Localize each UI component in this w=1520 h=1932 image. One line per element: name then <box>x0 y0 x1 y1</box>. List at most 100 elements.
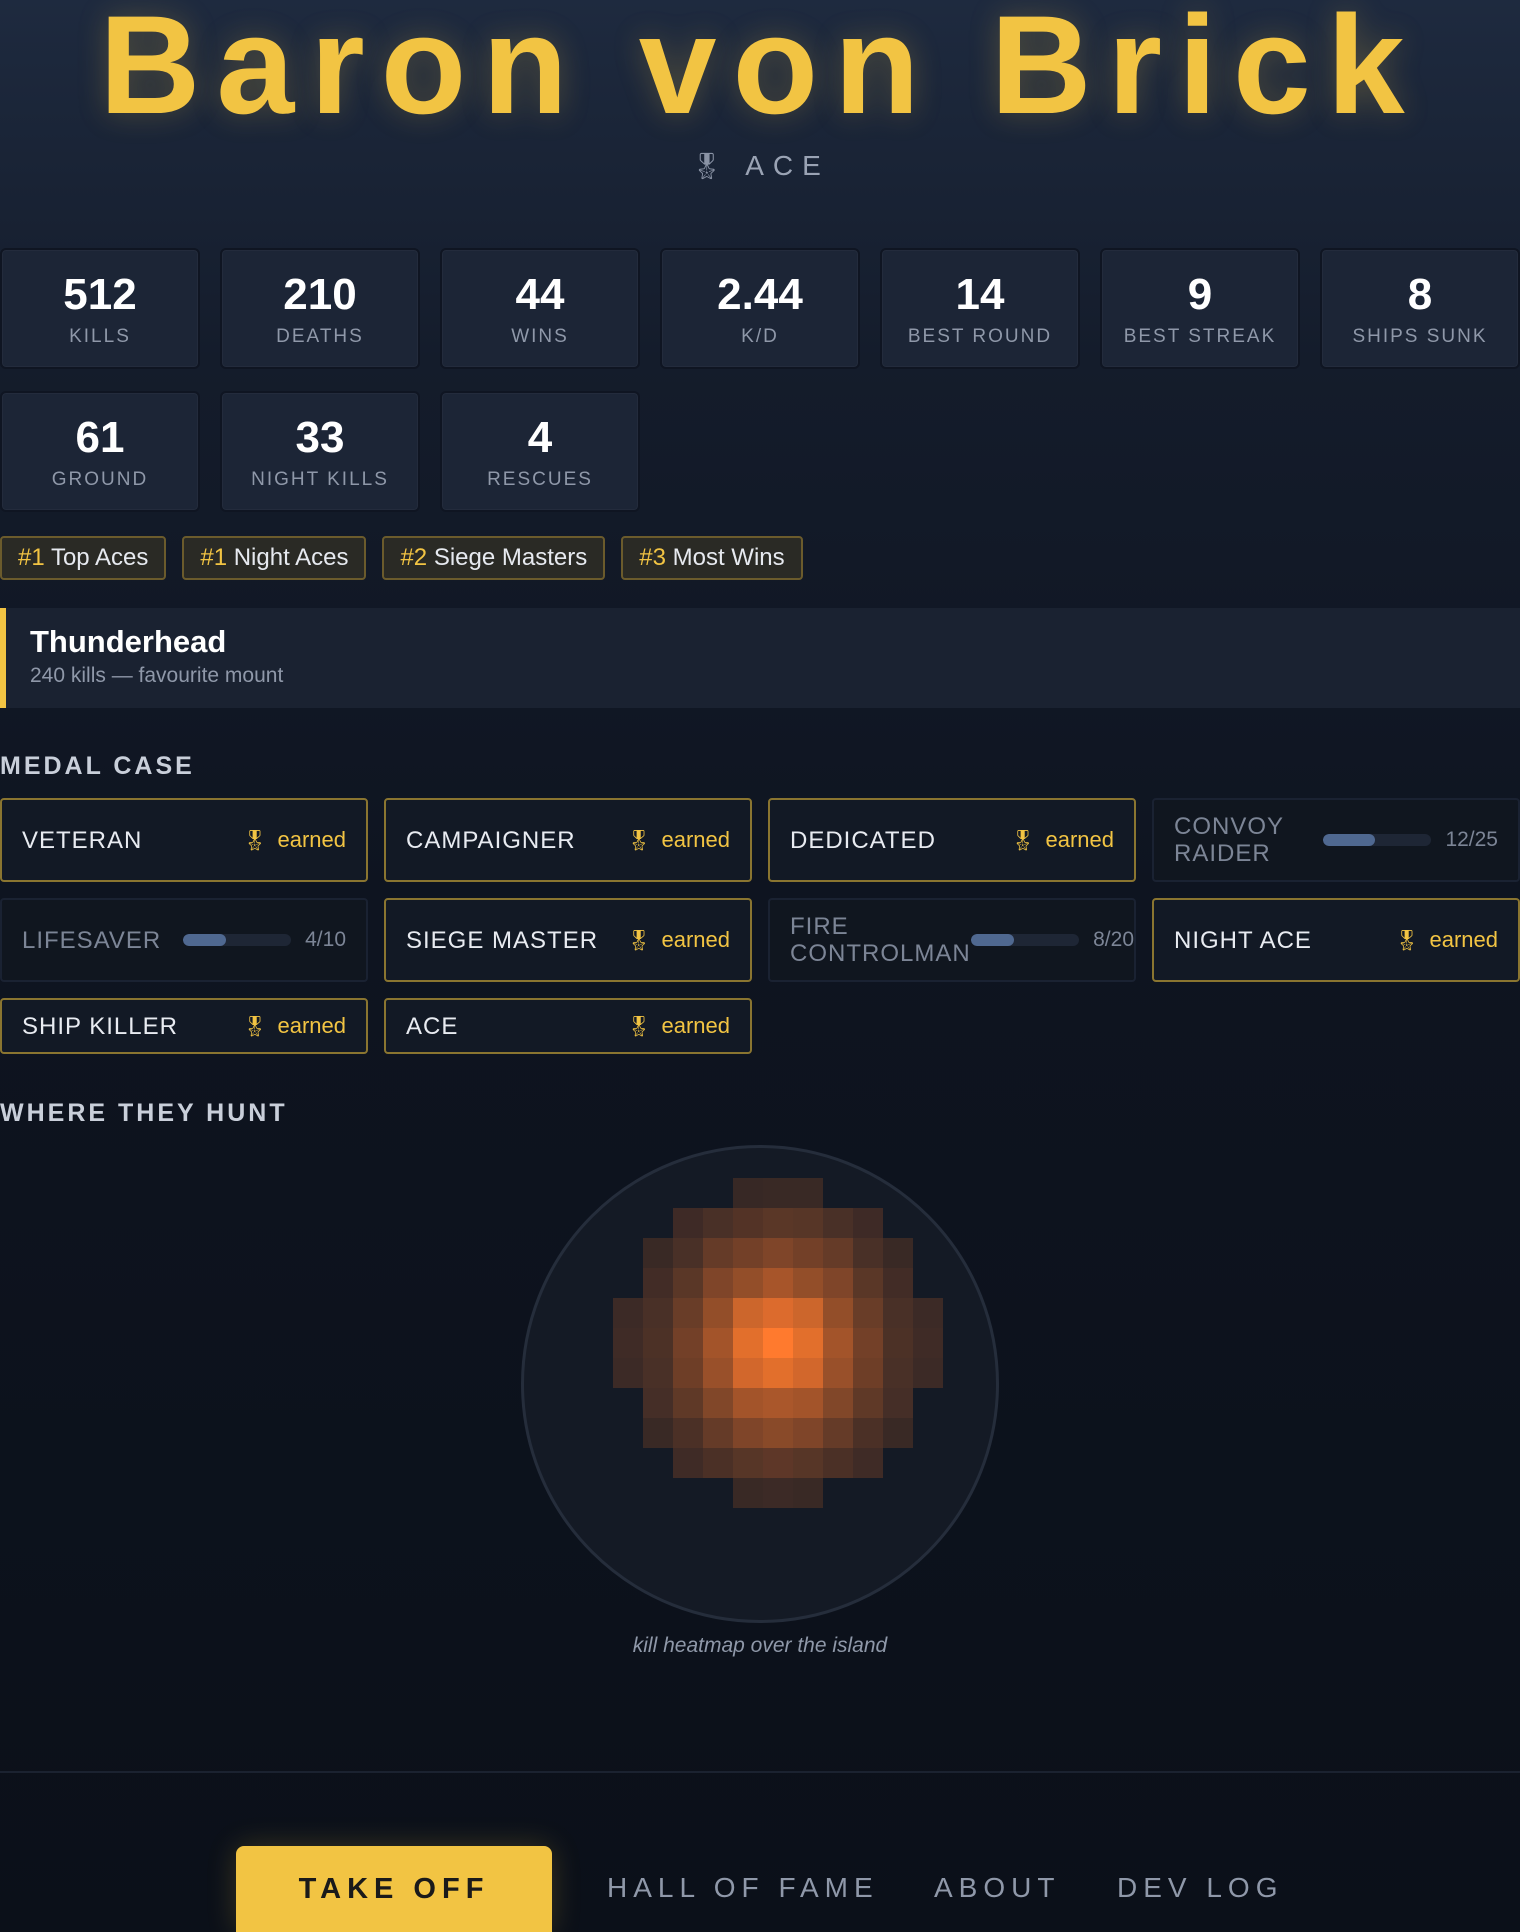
heatmap-cell <box>793 1298 823 1328</box>
earned-label: earned <box>661 927 730 952</box>
stat-value: 14 <box>955 270 1005 319</box>
leaderboard-chip-siege-masters[interactable]: #2 Siege Masters <box>382 536 606 580</box>
medal-icon: 🎖 <box>242 1016 268 1038</box>
heatmap-cell <box>673 1418 703 1448</box>
medal-name: FIRE CONTROLMAN <box>790 913 971 967</box>
medal-earned: 🎖 earned <box>626 927 730 953</box>
stat-label: RESCUES <box>487 469 593 490</box>
heatmap-cell <box>853 1208 883 1238</box>
chip-label: Night Aces <box>233 544 349 571</box>
heatmap-cell <box>853 1268 883 1298</box>
chip-position: #3 <box>639 544 666 571</box>
heatmap-grid <box>524 1148 996 1620</box>
heatmap-cell <box>883 1358 913 1388</box>
heatmap-cell <box>643 1298 673 1328</box>
stat-label: BEST STREAK <box>1123 326 1277 347</box>
progress-count: 4/10 <box>305 928 346 951</box>
heatmap-cell <box>613 1358 643 1388</box>
medal-lifesaver[interactable]: LIFESAVER 4/10 <box>0 898 368 982</box>
heatmap-cell <box>703 1448 733 1478</box>
medal-earned: 🎖 earned <box>242 827 346 853</box>
medal-ace[interactable]: ACE 🎖 earned <box>384 998 752 1054</box>
medal-earned: 🎖 earned <box>626 827 730 853</box>
heatmap-cell <box>823 1298 853 1328</box>
heatmap-cell <box>733 1238 763 1268</box>
medal-case: VETERAN 🎖 earned CAMPAIGNER 🎖 earned DEDIC… <box>0 798 1520 1054</box>
medal-progress: 4/10 <box>183 928 346 952</box>
heatmap-cell <box>733 1328 763 1358</box>
heatmap-cell <box>673 1238 703 1268</box>
progress-bar <box>971 934 1080 946</box>
progress-bar <box>1323 834 1432 846</box>
medal-icon: 🎖 <box>626 1016 652 1038</box>
take-off-button[interactable]: TAKE OFF <box>236 1846 552 1932</box>
medal-name: NIGHT ACE <box>1174 926 1312 954</box>
heatmap-cell <box>673 1358 703 1388</box>
heatmap-cell <box>853 1388 883 1418</box>
stat-label: GROUND <box>51 469 149 490</box>
nav-link-hall-of-fame[interactable]: HALL OF FAME <box>607 1872 879 1904</box>
stat-rescues: 4 RESCUES <box>440 391 640 512</box>
medal-icon: 🎖 <box>1394 930 1420 952</box>
heatmap-cell <box>883 1388 913 1418</box>
stat-label: SHIPS SUNK <box>1352 326 1488 347</box>
medal-fire-controlman[interactable]: FIRE CONTROLMAN 8/20 <box>768 898 1136 982</box>
progress-count: 12/25 <box>1445 828 1498 851</box>
heatmap-cell <box>763 1238 793 1268</box>
heatmap-cell <box>793 1178 823 1208</box>
progress-count: 8/20 <box>1093 928 1134 951</box>
heatmap-cell <box>913 1358 943 1388</box>
heatmap-cell <box>733 1388 763 1418</box>
nav-link-dev-log[interactable]: DEV LOG <box>1117 1872 1283 1904</box>
medal-dedicated[interactable]: DEDICATED 🎖 earned <box>768 798 1136 882</box>
heatmap-cell <box>793 1238 823 1268</box>
stat-kills: 512 KILLS <box>0 248 200 369</box>
earned-label: earned <box>277 1013 346 1038</box>
heatmap-cell <box>703 1358 733 1388</box>
heatmap-cell <box>853 1298 883 1328</box>
stat-value: 210 <box>283 270 357 319</box>
leaderboard-chip-top-aces[interactable]: #1 Top Aces <box>0 536 167 580</box>
heatmap-cell <box>733 1478 763 1508</box>
leaderboard-chip-night-aces[interactable]: #1 Night Aces <box>182 536 367 580</box>
stat-value: 512 <box>63 270 137 319</box>
footer-divider <box>0 1771 1520 1773</box>
medal-convoy-raider[interactable]: CONVOY RAIDER 12/25 <box>1152 798 1520 882</box>
heatmap-cell <box>643 1418 673 1448</box>
stat-night-kills: 33 NIGHT KILLS <box>220 391 420 512</box>
medal-earned: 🎖 earned <box>1394 927 1498 953</box>
stat-wins: 44 WINS <box>440 248 640 369</box>
medal-campaigner[interactable]: CAMPAIGNER 🎖 earned <box>384 798 752 882</box>
chip-label: Siege Masters <box>433 544 588 571</box>
heatmap-cell <box>643 1238 673 1268</box>
stat-label: K/D <box>741 326 779 347</box>
heatmap-cell <box>643 1358 673 1388</box>
medal-name: CONVOY RAIDER <box>1174 813 1284 867</box>
medal-name: CAMPAIGNER <box>406 826 576 854</box>
chip-label: Most Wins <box>672 544 785 571</box>
heatmap-cell <box>823 1328 853 1358</box>
heatmap-cell <box>703 1418 733 1448</box>
heatmap-cell <box>913 1328 943 1358</box>
medal-veteran[interactable]: VETERAN 🎖 earned <box>0 798 368 882</box>
heatmap-cell <box>673 1328 703 1358</box>
earned-label: earned <box>277 827 346 852</box>
medal-night-ace[interactable]: NIGHT ACE 🎖 earned <box>1152 898 1520 982</box>
heatmap-cell <box>883 1268 913 1298</box>
progress-fill <box>971 934 1015 946</box>
island-heatmap <box>521 1145 999 1623</box>
chip-position: #1 <box>18 544 45 571</box>
medal-ship-killer[interactable]: SHIP KILLER 🎖 earned <box>0 998 368 1054</box>
nav-link-about[interactable]: ABOUT <box>934 1872 1060 1904</box>
stat-label: WINS <box>511 326 569 347</box>
heatmap-cell <box>703 1388 733 1418</box>
earned-label: earned <box>1429 927 1498 952</box>
heatmap-cell <box>733 1178 763 1208</box>
heatmap-cell <box>793 1478 823 1508</box>
heatmap-cell <box>763 1178 793 1208</box>
stat-label: DEATHS <box>276 326 364 347</box>
leaderboard-chip-most-wins[interactable]: #3 Most Wins <box>621 536 803 580</box>
stat-best-round: 14 BEST ROUND <box>880 248 1080 369</box>
stat-label: BEST ROUND <box>907 326 1053 347</box>
medal-siege-master[interactable]: SIEGE MASTER 🎖 earned <box>384 898 752 982</box>
